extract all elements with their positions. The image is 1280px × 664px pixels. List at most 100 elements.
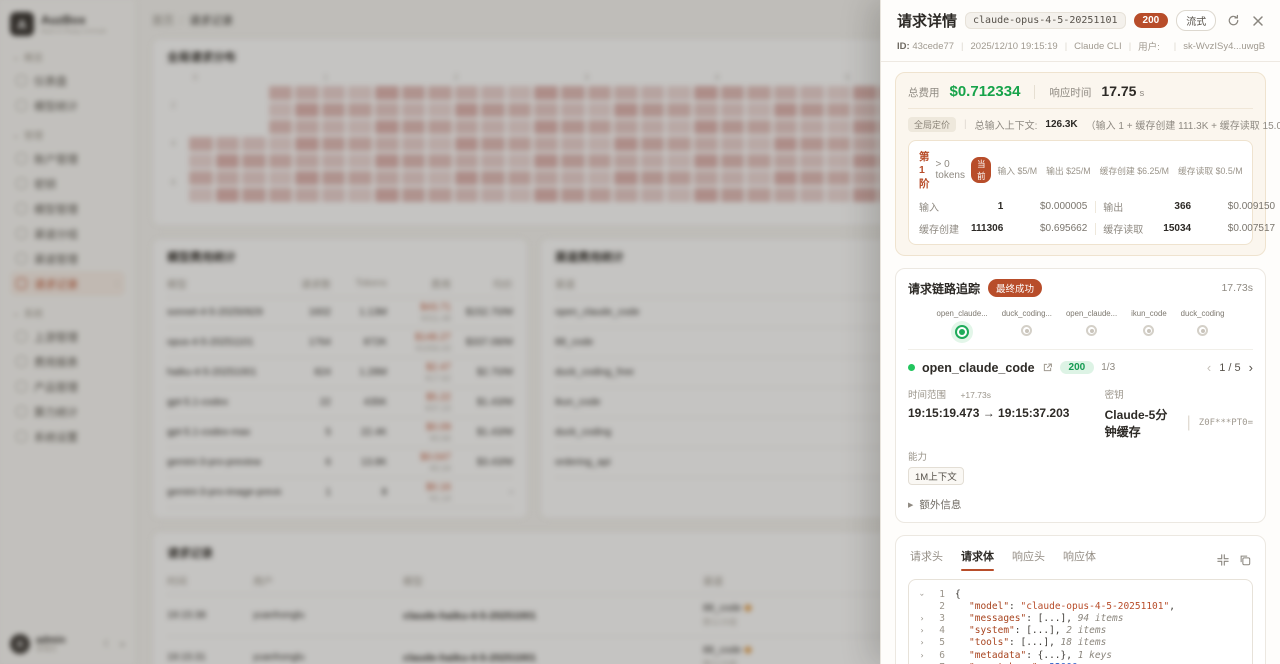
total-cost-label: 总费用: [908, 85, 940, 100]
tier-cell-label: 缓存创建: [919, 221, 971, 236]
code-line: 2 "model": "claude-opus-4-5-20251101",: [915, 600, 1246, 612]
token: "messages": [969, 613, 1026, 624]
token: :: [1009, 601, 1020, 612]
copy-icon[interactable]: [1239, 554, 1251, 566]
time-range-delta: +17.73s: [960, 390, 991, 400]
token: : [...],: [1009, 637, 1060, 648]
trace-node-dot-icon: [1197, 325, 1208, 336]
trace-node-dot-icon: [1143, 325, 1154, 336]
token: : [...],: [1015, 625, 1066, 636]
code-line: ›5"tools": [...], 18 items: [915, 637, 1246, 649]
tab-请求体[interactable]: 请求体: [961, 548, 994, 571]
line-number: 4: [929, 625, 945, 636]
tab-请求头[interactable]: 请求头: [910, 548, 943, 571]
request-user-label: 用户:: [1138, 39, 1160, 53]
collapse-panel-icon[interactable]: [1217, 554, 1229, 566]
tier-cell-count: 366: [1163, 201, 1191, 212]
channel-status-dot: [908, 364, 915, 371]
response-time-value: 17.75: [1101, 83, 1136, 99]
trace-node[interactable]: open_claude...: [1066, 309, 1117, 339]
tier-cell-count: 1: [971, 201, 1003, 212]
drawer-scrim[interactable]: [0, 0, 880, 664]
request-id-label: ID:: [897, 41, 910, 52]
expand-node-icon[interactable]: ›: [915, 614, 929, 623]
trace-node-label: ikun_code: [1131, 309, 1167, 318]
payload-tabbar: 请求头请求体响应头响应体: [908, 546, 1253, 571]
context-total-label: 总输入上下文:: [975, 117, 1038, 132]
code-text: {: [955, 589, 961, 600]
expand-node-icon[interactable]: ›: [915, 638, 929, 647]
channel-attempt: 1/3: [1101, 362, 1115, 373]
extra-info-toggle[interactable]: ▶ 额外信息: [908, 497, 1253, 512]
tab-响应头[interactable]: 响应头: [1012, 548, 1045, 571]
tier-cell-cost: $0.000005: [1003, 201, 1087, 212]
trace-result-badge: 最终成功: [988, 279, 1042, 297]
tier-cell-label: 缓存读取: [1103, 221, 1163, 236]
token: "tools": [969, 637, 1009, 648]
stream-badge: 流式: [1176, 10, 1216, 31]
refresh-icon[interactable]: [1227, 14, 1240, 27]
trace-node-dot-icon: [1021, 325, 1032, 336]
code-line: ›1 {: [915, 588, 1246, 600]
time-range-label: 时间范围: [908, 390, 946, 401]
external-link-icon[interactable]: [1042, 362, 1053, 373]
code-text: "system": [...], 2 items: [955, 625, 1106, 636]
request-client: Claude CLI: [1074, 41, 1122, 52]
tier-usage-grid: 输入1$0.000005输出366$0.009150缓存创建111306$0.6…: [919, 199, 1242, 236]
line-number: 1: [929, 589, 945, 600]
prev-page-icon[interactable]: ‹: [1207, 360, 1211, 375]
drawer-title: 请求详情: [897, 10, 957, 31]
trace-node-label: open_claude...: [1066, 309, 1117, 318]
token: "model": [969, 601, 1009, 612]
tier-cell-count: 15034: [1163, 223, 1191, 234]
token: 94 items: [1078, 613, 1124, 624]
tier-rate: 缓存读取 $0.5/M: [1178, 164, 1243, 177]
api-key-masked: sk-WvzISy4...uwgB: [1183, 41, 1265, 52]
close-icon[interactable]: [1252, 15, 1264, 27]
expand-node-icon[interactable]: ›: [915, 626, 929, 635]
code-text: "tools": [...], 18 items: [955, 637, 1106, 648]
line-number: 3: [929, 613, 945, 624]
code-line: ›6"metadata": {...}, 1 keys: [915, 649, 1246, 661]
token: "claude-opus-4-5-20251101": [1021, 601, 1170, 612]
tier-cell-label: 输出: [1103, 199, 1163, 214]
expand-node-icon[interactable]: ›: [915, 651, 929, 660]
tier-cell-cost: $0.009150: [1191, 201, 1275, 212]
line-number: 2: [929, 601, 945, 612]
trace-node-row: open_claude... duck_coding... open_claude.…: [908, 309, 1253, 339]
tier-current-badge: 当前: [971, 157, 992, 183]
tier-divider: [1095, 223, 1096, 235]
tab-响应体[interactable]: 响应体: [1063, 548, 1096, 571]
request-detail-drawer: 请求详情 claude-opus-4-5-20251101 200 流式 ID:…: [880, 0, 1280, 664]
tier-rate: 输入 $5/M: [997, 164, 1037, 177]
trace-node[interactable]: duck_coding...: [1002, 309, 1052, 339]
context-total-detail: （输入 1 + 缓存创建 111.3K + 缓存读取 15.0K）: [1086, 117, 1280, 132]
tier-rates: 输入 $5/M 输出 $25/M 缓存创建 $6.25/M 缓存读取 $0.5/M: [997, 164, 1242, 177]
response-time-unit: s: [1139, 88, 1144, 99]
response-time-label: 响应时间: [1049, 85, 1091, 100]
trace-node[interactable]: duck_coding: [1181, 309, 1225, 339]
token: : [...],: [1026, 613, 1077, 624]
tier-rate: 输出 $25/M: [1046, 164, 1091, 177]
collapse-node-icon[interactable]: ›: [917, 587, 926, 601]
tier-divider: [1095, 201, 1096, 213]
drawer-header: 请求详情 claude-opus-4-5-20251101 200 流式 ID:…: [881, 0, 1280, 62]
trace-node-label: duck_coding...: [1002, 309, 1052, 318]
key-masked-value: Z0F***PT0=: [1199, 418, 1253, 428]
tier-range: > 0 tokens: [936, 159, 965, 181]
request-time: 2025/12/10 19:15:19: [971, 41, 1058, 52]
tier-rate: 缓存创建 $6.25/M: [1100, 164, 1169, 177]
trace-node[interactable]: ikun_code: [1131, 309, 1167, 339]
request-id: 43cede77: [912, 41, 954, 52]
json-viewer: ›1{2"model": "claude-opus-4-5-20251101",…: [908, 579, 1253, 664]
trace-card: 请求链路追踪 最终成功 17.73s open_claude...duck_co…: [895, 268, 1266, 523]
payload-card: 请求头请求体响应头响应体 ›1{2"model": "claude-opus-4…: [895, 535, 1266, 664]
token: : {...},: [1026, 650, 1077, 661]
trace-node[interactable]: open_claude...: [937, 309, 988, 339]
next-page-icon[interactable]: ›: [1249, 360, 1253, 375]
code-line: ›4 "system": [...], 2 items: [915, 625, 1246, 637]
token: ,: [1169, 601, 1175, 612]
trace-node-dot-icon: [955, 325, 969, 339]
ability-label: 能力: [908, 449, 1253, 463]
context-total-value: 126.3K: [1045, 119, 1077, 130]
